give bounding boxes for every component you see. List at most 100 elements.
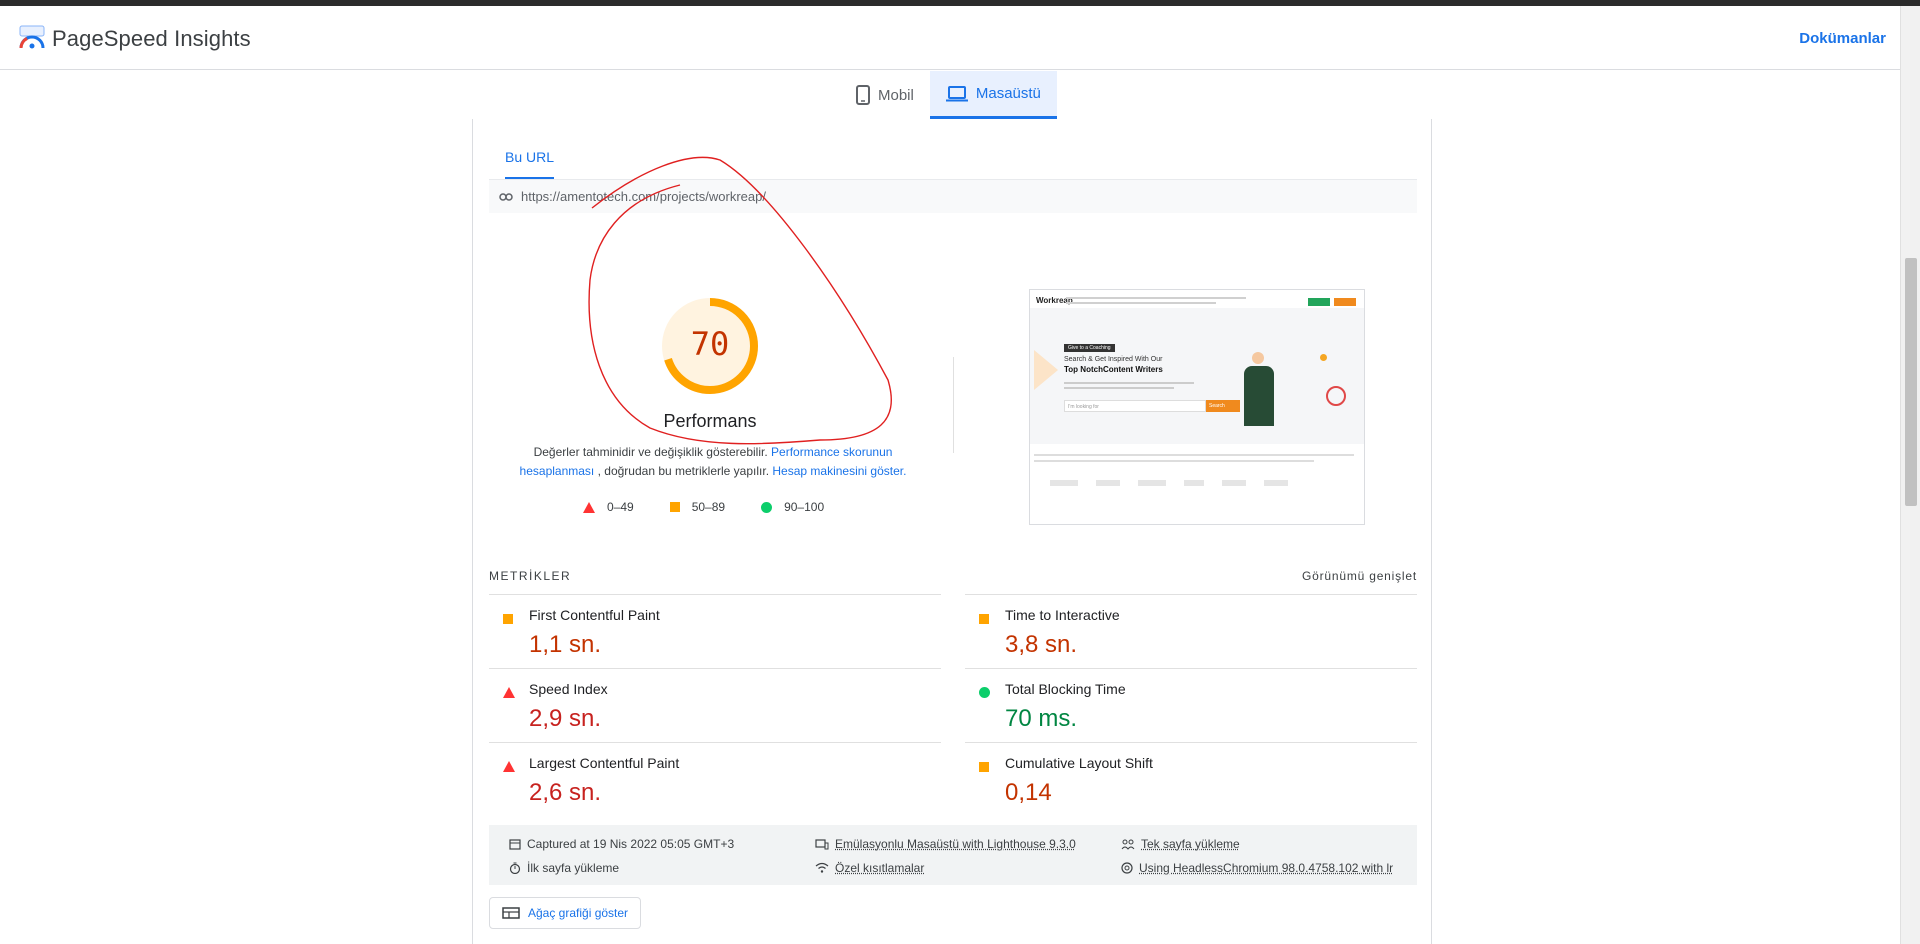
- shot-nav-button-green: [1308, 298, 1330, 306]
- metric-value: 3,8 sn.: [1005, 631, 1078, 658]
- metric-value: 70 ms.: [1005, 705, 1078, 732]
- circle-icon: [979, 685, 990, 703]
- docs-link[interactable]: Dokümanlar: [1799, 30, 1886, 47]
- tab-this-url[interactable]: Bu URL: [505, 149, 555, 180]
- timer-icon: [509, 862, 521, 874]
- legend-pass: 90–100: [761, 500, 824, 514]
- metric-value: 1,1 sn.: [529, 631, 602, 658]
- metric-name: Speed Index: [529, 681, 608, 697]
- legend-fail-range: 0–49: [607, 500, 634, 514]
- square-icon: [979, 611, 989, 629]
- throttling-text: Özel kısıtlamalar: [835, 861, 925, 875]
- shot-search: I'm looking for: [1064, 400, 1206, 412]
- metric-name: Total Blocking Time: [1005, 681, 1126, 697]
- final-screenshot: Workreap Give to a Coaching Search & Get…: [1029, 289, 1365, 525]
- tab-desktop-label: Masaüstü: [975, 85, 1041, 102]
- wifi-icon: [815, 862, 829, 873]
- shot-headline-1: Search & Get Inspired With Our: [1064, 356, 1163, 363]
- metric-name: Time to Interactive: [1005, 607, 1120, 623]
- legend-pass-range: 90–100: [784, 500, 825, 514]
- metric-name: Cumulative Layout Shift: [1005, 755, 1153, 771]
- shot-headline-2: Top NotchContent Writers: [1064, 365, 1163, 374]
- note-text-1: Değerler tahminidir ve değişiklik göster…: [533, 445, 768, 459]
- link-icon: [499, 192, 513, 201]
- shot-person-head: [1252, 352, 1264, 364]
- report-panel: Bu URL https://amentotech.com/projects/w…: [472, 119, 1432, 944]
- emulation-text: Emülasyonlu Masaüstü with Lighthouse 9.3…: [835, 837, 1076, 851]
- chrome-icon: [1121, 862, 1133, 874]
- runtime-captured: Captured at 19 Nis 2022 05:05 GMT+3: [509, 837, 734, 851]
- calendar-icon: [509, 839, 521, 850]
- device-tabs: Mobil Masaüstü: [840, 71, 1057, 119]
- metric-value: 0,14: [1005, 779, 1052, 806]
- score-note: Değerler tahminidir ve değişiklik göster…: [513, 443, 913, 481]
- captured-text: Captured at 19 Nis 2022 05:05 GMT+3: [527, 837, 735, 851]
- laptop-icon: [945, 85, 968, 101]
- browser-text: Using HeadlessChromium 98.0.4758.102 wit…: [1139, 861, 1394, 875]
- note-text-2: , doğrudan bu metriklerle yapılır.: [597, 464, 770, 478]
- runtime-throttling[interactable]: Özel kısıtlamalar: [815, 861, 924, 875]
- square-icon: [669, 502, 680, 512]
- tab-desktop[interactable]: Masaüstü: [929, 71, 1057, 119]
- calculator-link[interactable]: Hesap makinesini göster.: [772, 464, 906, 478]
- shot-hero: [1030, 308, 1364, 444]
- tab-mobile-label: Mobil: [878, 86, 914, 104]
- shot-notice-line: [1066, 297, 1246, 299]
- square-icon: [503, 611, 513, 629]
- legend-average: 50–89: [669, 500, 726, 514]
- page-scrollbar[interactable]: [1900, 6, 1920, 944]
- metric-value: 2,9 sn.: [529, 705, 602, 732]
- analyzed-url-bar: https://amentotech.com/projects/workreap…: [489, 179, 1417, 213]
- app-header: PageSpeed Insights Dokümanlar: [0, 6, 1900, 70]
- shot-person-body: [1244, 366, 1274, 426]
- shot-text-line-2: [1064, 387, 1174, 389]
- shot-nav-button-orange: [1334, 298, 1356, 306]
- treemap-button[interactable]: Ağaç grafiği göster: [489, 897, 642, 929]
- metric-tbt: Total Blocking Time 70 ms.: [965, 668, 1417, 742]
- metric-name: First Contentful Paint: [529, 607, 660, 623]
- runtime-emulation[interactable]: Emülasyonlu Masaüstü with Lighthouse 9.3…: [815, 837, 1076, 851]
- metric-lcp: Largest Contentful Paint 2,6 sn.: [489, 742, 941, 816]
- legend-fail: 0–49: [583, 500, 634, 514]
- shot-badge: Give to a Coaching: [1064, 344, 1115, 352]
- phone-icon: [856, 85, 870, 105]
- metric-value: 2,6 sn.: [529, 779, 602, 806]
- analyzed-url: https://amentotech.com/projects/workreap…: [521, 189, 766, 204]
- shot-badge-circle: [1326, 386, 1346, 406]
- runtime-single-page[interactable]: Tek sayfa yükleme: [1121, 837, 1240, 851]
- app-title: PageSpeed Insights: [52, 26, 251, 51]
- metrics-heading: METRİKLER: [489, 569, 572, 583]
- shot-search-button: Search: [1206, 400, 1240, 412]
- treemap-label: Ağaç grafiği göster: [528, 906, 629, 920]
- shot-text-line: [1064, 382, 1194, 384]
- shot-footer-line: [1034, 454, 1354, 456]
- triangle-icon: [503, 685, 515, 703]
- shot-dot: [1320, 354, 1327, 361]
- people-icon: [1121, 839, 1135, 850]
- scrollbar-thumb[interactable]: [1905, 258, 1917, 506]
- metric-name: Largest Contentful Paint: [529, 755, 680, 771]
- metric-tti: Time to Interactive 3,8 sn.: [965, 594, 1417, 668]
- shot-footer-line-2: [1034, 460, 1314, 462]
- shot-notice-line-2: [1066, 302, 1216, 304]
- square-icon: [979, 759, 989, 777]
- metric-speed-index: Speed Index 2,9 sn.: [489, 668, 941, 742]
- vertical-divider: [953, 357, 954, 453]
- runtime-settings: Captured at 19 Nis 2022 05:05 GMT+3 İlk …: [489, 825, 1417, 885]
- legend-average-range: 50–89: [691, 500, 726, 514]
- first-load-text: İlk sayfa yükleme: [527, 861, 620, 875]
- runtime-browser[interactable]: Using HeadlessChromium 98.0.4758.102 wit…: [1121, 861, 1393, 875]
- pagespeed-logo-icon: [19, 25, 45, 49]
- triangle-icon: [503, 759, 515, 777]
- triangle-icon: [583, 501, 595, 513]
- score-legend: 0–49 50–89 90–100: [583, 500, 824, 514]
- treemap-icon: [502, 907, 520, 919]
- single-page-text: Tek sayfa yükleme: [1141, 837, 1240, 851]
- metric-fcp: First Contentful Paint 1,1 sn.: [489, 594, 941, 668]
- runtime-first-load: İlk sayfa yükleme: [509, 861, 619, 875]
- tab-mobile[interactable]: Mobil: [840, 71, 930, 119]
- circle-icon: [761, 501, 773, 513]
- shot-shape: [1034, 350, 1058, 390]
- performance-score: 70: [690, 325, 730, 363]
- expand-view-toggle[interactable]: Görünümü genişlet: [1302, 569, 1417, 583]
